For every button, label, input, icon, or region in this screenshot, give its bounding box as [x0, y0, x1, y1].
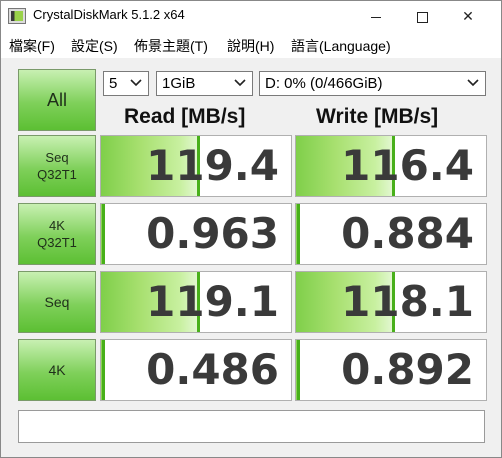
- read-bar: [101, 340, 105, 400]
- window-title: CrystalDiskMark 5.1.2 x64: [33, 7, 185, 22]
- write-value: 118.1: [341, 277, 474, 326]
- read-header: Read [MB/s]: [124, 105, 246, 128]
- drive-select[interactable]: D: 0% (0/466GiB): [259, 71, 486, 96]
- test-size-value: 1GiB: [162, 75, 196, 92]
- read-value: 0.963: [146, 209, 279, 258]
- write-result-4k: 0.892: [295, 339, 487, 401]
- write-result-seq-q32t1: 116.4: [295, 135, 487, 197]
- write-value: 0.892: [341, 345, 474, 394]
- minimize-icon: [371, 16, 381, 18]
- test-count-select[interactable]: 5: [103, 71, 149, 96]
- menu-language[interactable]: 語言(Language): [291, 36, 391, 56]
- drive-value: D: 0% (0/466GiB): [265, 75, 383, 92]
- test-button-seq-q32t1[interactable]: Seq Q32T1: [18, 135, 96, 197]
- write-result-seq: 118.1: [295, 271, 487, 333]
- menu-theme[interactable]: 佈景主題(T): [134, 36, 208, 56]
- write-value: 0.884: [341, 209, 474, 258]
- test-button-4k[interactable]: 4K: [18, 339, 96, 401]
- run-all-button[interactable]: All: [18, 69, 96, 131]
- close-button[interactable]: ✕: [445, 1, 491, 32]
- test-count-value: 5: [109, 75, 118, 92]
- title-bar[interactable]: CrystalDiskMark 5.1.2 x64 ✕: [1, 1, 501, 32]
- read-result-4k: 0.486: [100, 339, 292, 401]
- app-window: CrystalDiskMark 5.1.2 x64 ✕ 檔案(F) 設定(S) …: [0, 0, 502, 458]
- write-bar: [296, 340, 300, 400]
- read-value: 119.4: [146, 141, 279, 190]
- chevron-down-icon: [234, 79, 246, 87]
- app-icon: [8, 8, 26, 24]
- write-value: 116.4: [341, 141, 474, 190]
- read-result-seq: 119.1: [100, 271, 292, 333]
- close-icon: ✕: [462, 8, 474, 24]
- read-bar: [101, 204, 105, 264]
- write-bar: [296, 204, 300, 264]
- minimize-button[interactable]: [353, 1, 399, 32]
- read-result-seq-q32t1: 119.4: [100, 135, 292, 197]
- write-result-4k-q32t1: 0.884: [295, 203, 487, 265]
- read-value: 0.486: [146, 345, 279, 394]
- menu-help[interactable]: 說明(H): [227, 36, 274, 56]
- maximize-icon: [416, 11, 428, 23]
- read-result-4k-q32t1: 0.963: [100, 203, 292, 265]
- test-button-4k-q32t1[interactable]: 4K Q32T1: [18, 203, 96, 265]
- test-size-select[interactable]: 1GiB: [156, 71, 253, 96]
- chevron-down-icon: [130, 79, 142, 87]
- menu-settings[interactable]: 設定(S): [71, 36, 118, 56]
- comment-field[interactable]: [18, 410, 485, 443]
- maximize-button[interactable]: [399, 1, 445, 32]
- read-value: 119.1: [146, 277, 279, 326]
- menu-bar: 檔案(F) 設定(S) 佈景主題(T) 說明(H) 語言(Language): [1, 32, 501, 58]
- write-header: Write [MB/s]: [316, 105, 439, 128]
- chevron-down-icon: [467, 79, 479, 87]
- test-button-seq[interactable]: Seq: [18, 271, 96, 333]
- menu-file[interactable]: 檔案(F): [9, 36, 55, 56]
